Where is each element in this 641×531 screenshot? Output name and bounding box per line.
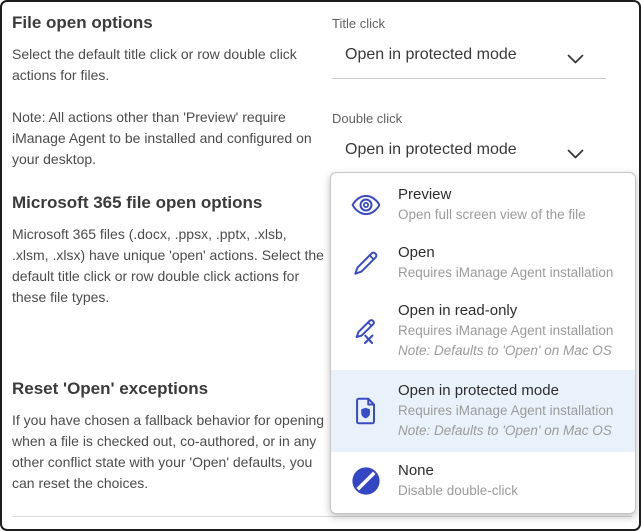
settings-panel: File open options Select the default tit… bbox=[0, 0, 641, 531]
menu-item-title: Preview bbox=[398, 185, 625, 205]
double-click-select[interactable]: Open in protected mode bbox=[332, 133, 606, 174]
section-file-open-options: File open options Select the default tit… bbox=[12, 12, 326, 191]
menu-item-title: Open in protected mode bbox=[398, 381, 625, 401]
double-click-label: Double click bbox=[332, 111, 402, 126]
title-click-label: Title click bbox=[332, 16, 385, 31]
menu-item-subtitle: Open full screen view of the file bbox=[398, 205, 625, 225]
section-microsoft-365-file-open-options: Microsoft 365 file open options Microsof… bbox=[12, 192, 326, 329]
section-paragraph: Select the default title click or row do… bbox=[12, 44, 326, 86]
section-title: File open options bbox=[12, 12, 326, 34]
chevron-down-icon bbox=[567, 147, 584, 165]
menu-item-open-in-read-only[interactable]: Open in read-only Requires iManage Agent… bbox=[331, 292, 635, 370]
menu-item-title: Open in read-only bbox=[398, 301, 625, 321]
menu-item-none[interactable]: None Disable double-click bbox=[331, 452, 635, 510]
menu-item-open[interactable]: Open Requires iManage Agent installation bbox=[331, 234, 635, 292]
section-paragraph: If you have chosen a fallback behavior f… bbox=[12, 410, 326, 494]
document-shield-icon bbox=[349, 394, 383, 428]
menu-item-open-in-protected-mode[interactable]: Open in protected mode Requires iManage … bbox=[331, 370, 635, 452]
menu-item-subtitle: Requires iManage Agent installation bbox=[398, 321, 625, 341]
menu-item-title: None bbox=[398, 461, 625, 481]
menu-item-preview[interactable]: Preview Open full screen view of the fil… bbox=[331, 176, 635, 234]
menu-item-note: Note: Defaults to 'Open' on Mac OS bbox=[398, 341, 625, 361]
eye-icon bbox=[349, 188, 383, 222]
section-title: Microsoft 365 file open options bbox=[12, 192, 326, 214]
title-click-select[interactable]: Open in protected mode bbox=[332, 38, 606, 79]
section-paragraph: Microsoft 365 files (.docx, .ppsx, .pptx… bbox=[12, 224, 326, 308]
pencil-icon bbox=[349, 246, 383, 280]
pencil-off-icon bbox=[349, 314, 383, 348]
title-click-selected-value: Open in protected mode bbox=[345, 46, 517, 64]
menu-item-subtitle: Requires iManage Agent installation bbox=[398, 401, 625, 421]
block-icon bbox=[349, 464, 383, 498]
menu-item-subtitle: Disable double-click bbox=[398, 481, 625, 501]
menu-item-subtitle: Requires iManage Agent installation bbox=[398, 263, 625, 283]
menu-item-note: Note: Defaults to 'Open' on Mac OS bbox=[398, 421, 625, 441]
double-click-dropdown-menu: Preview Open full screen view of the fil… bbox=[330, 172, 636, 514]
menu-item-title: Open bbox=[398, 243, 625, 263]
section-reset-open-exceptions: Reset 'Open' exceptions If you have chos… bbox=[12, 378, 326, 515]
chevron-down-icon bbox=[567, 52, 584, 70]
double-click-selected-value: Open in protected mode bbox=[345, 141, 517, 159]
section-paragraph: Note: All actions other than 'Preview' r… bbox=[12, 107, 326, 170]
section-title: Reset 'Open' exceptions bbox=[12, 378, 326, 400]
section-divider bbox=[12, 516, 632, 517]
